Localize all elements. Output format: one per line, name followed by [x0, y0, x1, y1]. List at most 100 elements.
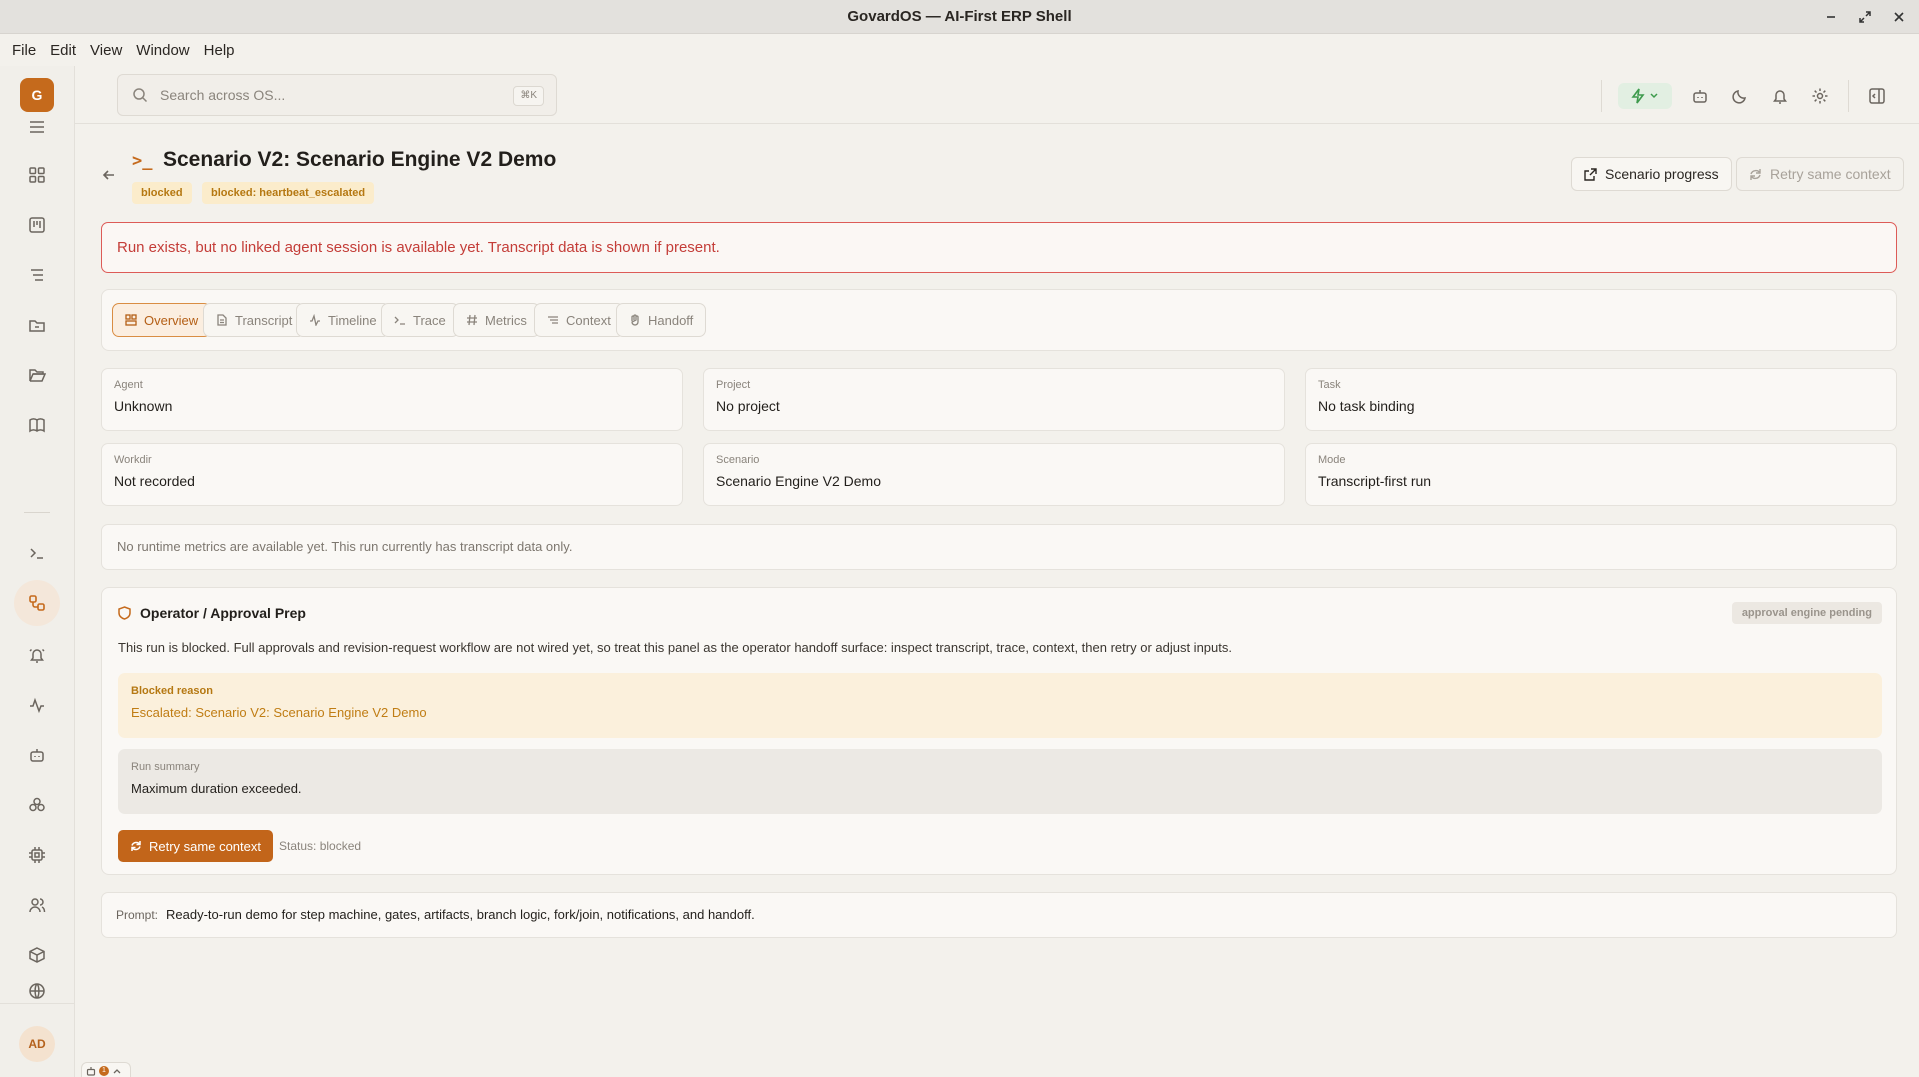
activity-icon [309, 314, 321, 326]
run-summary-label: Run summary [131, 761, 200, 773]
list-icon[interactable] [22, 260, 52, 290]
inbox-folder-icon[interactable] [22, 310, 52, 340]
blocked-reason-box: Blocked reason Escalated: Scenario V2: S… [118, 673, 1882, 738]
field-label: Scenario [716, 454, 760, 466]
globe-icon[interactable] [22, 982, 52, 1002]
minimize-icon[interactable] [1823, 9, 1839, 25]
menu-window[interactable]: Window [130, 42, 195, 59]
terminal-icon[interactable] [22, 538, 52, 568]
field-workdir: Workdir Not recorded [101, 443, 683, 506]
field-task: Task No task binding [1305, 368, 1897, 431]
header-retry-label: Retry same context [1770, 166, 1891, 182]
menu-icon[interactable] [22, 112, 52, 142]
run-status-text: Status: blocked [279, 839, 362, 853]
close-icon[interactable] [1891, 9, 1907, 25]
tab-bar: Overview Transcript Timeline Trace Metri… [101, 289, 1897, 351]
tab-metrics[interactable]: Metrics [453, 303, 540, 337]
scenario-progress-label: Scenario progress [1605, 166, 1719, 182]
search-bar[interactable]: Search across OS... ⌘K [117, 74, 557, 116]
cluster-icon[interactable] [22, 790, 52, 820]
sidebar: G AD [0, 66, 75, 1077]
tab-label: Overview [144, 312, 199, 328]
folder-open-icon[interactable] [22, 360, 52, 390]
agent-tray-widget[interactable]: 1 [81, 1062, 131, 1077]
tab-handoff[interactable]: Handoff [616, 303, 707, 337]
divider [1601, 80, 1602, 112]
menu-help[interactable]: Help [198, 42, 241, 59]
bell-icon[interactable] [1768, 84, 1792, 108]
field-value: Unknown [114, 398, 173, 414]
scenario-progress-button[interactable]: Scenario progress [1571, 157, 1732, 191]
operator-description: This run is blocked. Full approvals and … [118, 640, 1232, 655]
bot-icon[interactable] [1688, 84, 1712, 108]
operator-panel-title: Operator / Approval Prep [140, 605, 306, 621]
panel-icon[interactable] [1865, 84, 1889, 108]
field-label: Workdir [114, 454, 152, 466]
refresh-icon [130, 840, 142, 852]
moon-icon[interactable] [1728, 84, 1752, 108]
tab-label: Trace [413, 312, 446, 328]
sidebar-divider [24, 512, 50, 513]
restore-icon[interactable] [1857, 9, 1873, 25]
users-icon[interactable] [22, 890, 52, 920]
tab-transcript[interactable]: Transcript [203, 303, 306, 337]
field-label: Project [716, 379, 751, 391]
prompt-label: Prompt: [116, 908, 159, 922]
field-mode: Mode Transcript-first run [1305, 443, 1897, 506]
tab-timeline[interactable]: Timeline [296, 303, 390, 337]
workspace-avatar[interactable]: G [20, 78, 54, 112]
activity-icon[interactable] [22, 690, 52, 720]
header-retry-button[interactable]: Retry same context [1736, 157, 1904, 191]
dashboard-grid-icon[interactable] [22, 160, 52, 190]
status-detail-badge: blocked: heartbeat_escalated [202, 182, 375, 204]
chip-icon[interactable] [22, 840, 52, 870]
field-value: Not recorded [114, 473, 195, 489]
menu-file[interactable]: File [6, 42, 42, 59]
tab-label: Context [566, 312, 611, 328]
search-icon [132, 87, 148, 103]
back-arrow-icon[interactable] [101, 167, 117, 183]
menu-bar: File Edit View Window Help [0, 34, 1919, 66]
prompt-box: Prompt: Ready-to-run demo for step machi… [101, 892, 1897, 938]
chevron-down-icon [1649, 92, 1659, 100]
book-icon[interactable] [22, 410, 52, 440]
user-avatar[interactable]: AD [19, 1026, 55, 1062]
hand-icon [629, 314, 641, 326]
search-shortcut: ⌘K [513, 86, 544, 106]
external-link-icon [1584, 167, 1597, 181]
field-value: Scenario Engine V2 Demo [716, 473, 881, 489]
workflow-icon[interactable] [14, 580, 60, 626]
search-input[interactable]: Search across OS... [160, 87, 285, 103]
bolt-icon [1631, 88, 1645, 104]
package-icon[interactable] [22, 940, 52, 970]
window-controls [1823, 0, 1907, 34]
gear-icon[interactable] [1808, 84, 1832, 108]
page-title: Scenario V2: Scenario Engine V2 Demo [163, 148, 557, 171]
board-icon[interactable] [22, 210, 52, 240]
metrics-note: No runtime metrics are available yet. Th… [101, 524, 1897, 570]
operator-panel-header: Operator / Approval Prep [118, 605, 306, 621]
retry-label: Retry same context [149, 838, 261, 854]
field-label: Agent [114, 379, 143, 391]
bot-icon[interactable] [22, 740, 52, 770]
prompt-value: Ready-to-run demo for step machine, gate… [166, 907, 755, 922]
field-label: Mode [1318, 454, 1346, 466]
hash-icon [466, 314, 478, 326]
tab-overview[interactable]: Overview [112, 303, 212, 337]
tab-trace[interactable]: Trace [381, 303, 459, 337]
quick-action-button[interactable] [1618, 83, 1672, 109]
tab-context[interactable]: Context [534, 303, 624, 337]
menu-view[interactable]: View [84, 42, 128, 59]
field-scenario: Scenario Scenario Engine V2 Demo [703, 443, 1285, 506]
tab-label: Timeline [328, 312, 377, 328]
tab-label: Transcript [235, 312, 293, 328]
file-icon [216, 314, 228, 326]
bell-ring-icon[interactable] [22, 640, 52, 670]
bot-icon [86, 1066, 96, 1076]
window-title: GovardOS — AI-First ERP Shell [847, 8, 1072, 25]
tab-label: Handoff [648, 312, 694, 328]
retry-same-context-button[interactable]: Retry same context [118, 830, 273, 862]
top-bar: Search across OS... ⌘K [75, 66, 1919, 124]
menu-edit[interactable]: Edit [44, 42, 82, 59]
session-alert: Run exists, but no linked agent session … [101, 222, 1897, 273]
